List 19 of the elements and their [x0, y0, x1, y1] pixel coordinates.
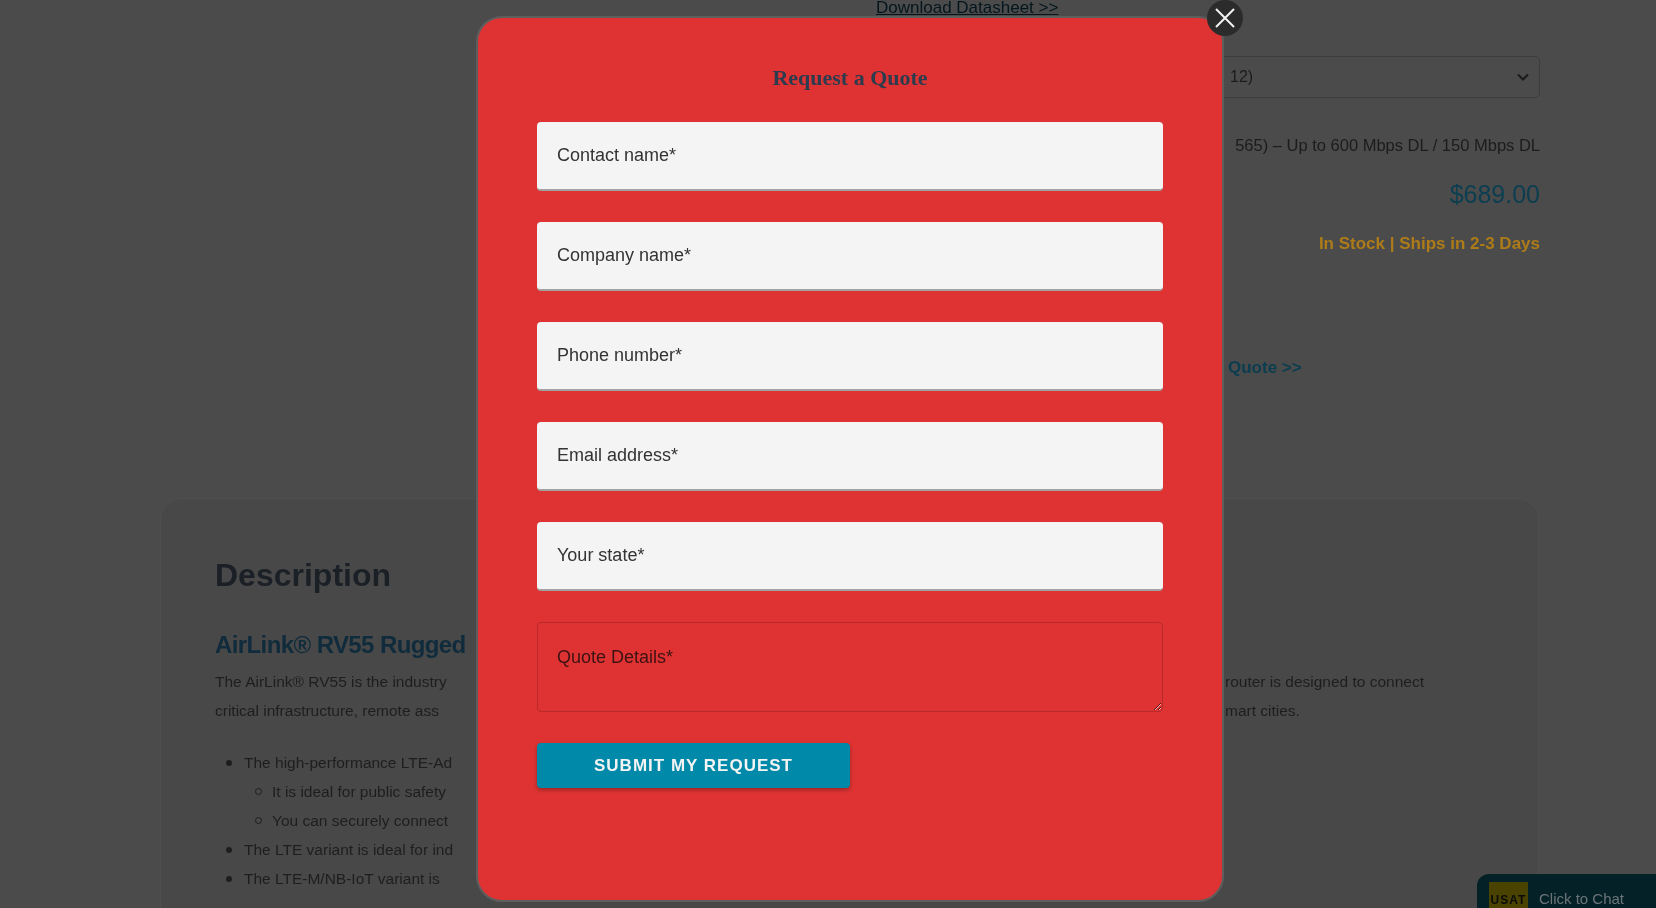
product-subheading: AirLink® RV55 Rugged: [215, 630, 466, 660]
input-field[interactable]: Phone number*: [537, 322, 1163, 391]
price-text: $689.00: [1449, 179, 1540, 210]
quote-link[interactable]: Quote >>: [1228, 356, 1302, 380]
modal-title: Request a Quote: [772, 64, 928, 92]
close-button[interactable]: [1207, 0, 1243, 36]
brand-logo: USAT: [1489, 882, 1528, 908]
input-field[interactable]: Email address*: [537, 422, 1163, 491]
input-field[interactable]: Your state*: [537, 522, 1163, 591]
chat-widget[interactable]: USAT Click to Chat: [1477, 874, 1656, 908]
close-icon: [1215, 8, 1235, 28]
chat-label: Click to Chat: [1539, 890, 1625, 908]
chevron-down-icon: [1517, 73, 1529, 81]
datasheet-link[interactable]: Download Datasheet >>: [876, 0, 1059, 16]
input-field[interactable]: Contact name*: [537, 122, 1163, 191]
submit-button[interactable]: SUBMIT MY REQUEST: [537, 743, 850, 788]
stock-status-text: In Stock | Ships in 2-3 Days: [1318, 233, 1540, 255]
input-field[interactable]: Company name*: [537, 222, 1163, 291]
textarea-field[interactable]: Quote Details*: [537, 622, 1163, 712]
